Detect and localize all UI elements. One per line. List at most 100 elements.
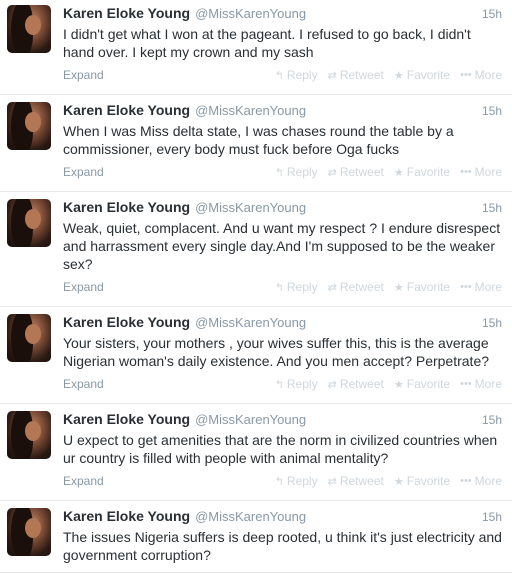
- user-handle[interactable]: @MissKarenYoung: [195, 103, 306, 118]
- avatar[interactable]: [7, 314, 51, 362]
- reply-button[interactable]: ↰ Reply: [275, 377, 318, 391]
- reply-button[interactable]: ↰ Reply: [275, 474, 318, 488]
- retweet-label: Retweet: [339, 165, 384, 179]
- expand-link[interactable]: Expand: [63, 68, 104, 82]
- more-label: More: [474, 474, 502, 488]
- favorite-label: Favorite: [406, 280, 451, 294]
- user-name[interactable]: Karen Eloke Young: [63, 199, 190, 215]
- dots-icon: •••: [460, 378, 472, 390]
- reply-label: Reply: [286, 165, 318, 179]
- more-button[interactable]: ••• More: [460, 280, 502, 294]
- reply-icon: ↰: [274, 475, 284, 488]
- dots-icon: •••: [460, 475, 472, 487]
- user-handle[interactable]: @MissKarenYoung: [195, 509, 306, 524]
- star-icon: ★: [393, 378, 404, 391]
- retweet-label: Retweet: [339, 68, 384, 82]
- favorite-button[interactable]: ★ Favorite: [394, 165, 450, 179]
- tweet-text: When I was Miss delta state, I was chase…: [63, 123, 454, 157]
- more-label: More: [474, 165, 502, 179]
- favorite-label: Favorite: [406, 474, 451, 488]
- star-icon: ★: [393, 166, 404, 179]
- reply-icon: ↰: [274, 378, 284, 391]
- user-name[interactable]: Karen Eloke Young: [63, 5, 190, 21]
- retweet-button[interactable]: ⇄ Retweet: [328, 377, 384, 391]
- star-icon: ★: [393, 475, 404, 488]
- favorite-button[interactable]: ★ Favorite: [394, 68, 450, 82]
- retweet-icon: ⇄: [327, 166, 337, 179]
- reply-icon: ↰: [274, 166, 284, 179]
- avatar[interactable]: [7, 411, 51, 459]
- tweet-text: Weak, quiet, complacent. And u want my r…: [63, 220, 501, 272]
- retweet-icon: ⇄: [327, 69, 337, 82]
- more-label: More: [474, 280, 502, 294]
- tweet-timestamp[interactable]: 15h: [482, 316, 502, 330]
- favorite-label: Favorite: [406, 377, 451, 391]
- retweet-button[interactable]: ⇄ Retweet: [328, 280, 384, 294]
- retweet-button[interactable]: ⇄ Retweet: [328, 68, 384, 82]
- tweet-item[interactable]: Karen Eloke Young @MissKarenYoung 15h Yo…: [0, 307, 512, 404]
- user-handle[interactable]: @MissKarenYoung: [195, 200, 306, 215]
- retweet-icon: ⇄: [327, 378, 337, 391]
- retweet-button[interactable]: ⇄ Retweet: [328, 165, 384, 179]
- dots-icon: •••: [460, 69, 472, 81]
- tweet-item[interactable]: Karen Eloke Young @MissKarenYoung 15h Th…: [0, 501, 512, 573]
- dots-icon: •••: [460, 166, 472, 178]
- expand-link[interactable]: Expand: [63, 280, 104, 294]
- retweet-label: Retweet: [339, 280, 384, 294]
- more-label: More: [474, 68, 502, 82]
- user-name[interactable]: Karen Eloke Young: [63, 314, 190, 330]
- more-button[interactable]: ••• More: [460, 377, 502, 391]
- tweet-timestamp[interactable]: 15h: [482, 104, 502, 118]
- favorite-label: Favorite: [406, 68, 451, 82]
- user-name[interactable]: Karen Eloke Young: [63, 508, 190, 524]
- favorite-button[interactable]: ★ Favorite: [394, 474, 450, 488]
- reply-button[interactable]: ↰ Reply: [275, 280, 318, 294]
- tweet-item[interactable]: Karen Eloke Young @MissKarenYoung 15h Wh…: [0, 95, 512, 192]
- reply-button[interactable]: ↰ Reply: [275, 165, 318, 179]
- user-handle[interactable]: @MissKarenYoung: [195, 315, 306, 330]
- expand-link[interactable]: Expand: [63, 165, 104, 179]
- more-button[interactable]: ••• More: [460, 68, 502, 82]
- reply-label: Reply: [286, 474, 318, 488]
- expand-link[interactable]: Expand: [63, 474, 104, 488]
- retweet-label: Retweet: [339, 474, 384, 488]
- favorite-button[interactable]: ★ Favorite: [394, 377, 450, 391]
- tweet-timeline: Karen Eloke Young @MissKarenYoung 15h I …: [0, 0, 512, 573]
- tweet-text: The issues Nigeria suffers is deep roote…: [63, 529, 502, 563]
- star-icon: ★: [393, 281, 404, 294]
- reply-icon: ↰: [274, 281, 284, 294]
- tweet-timestamp[interactable]: 15h: [482, 7, 502, 21]
- favorite-label: Favorite: [406, 165, 451, 179]
- retweet-icon: ⇄: [327, 281, 337, 294]
- tweet-text: Your sisters, your mothers , your wives …: [63, 335, 490, 369]
- user-name[interactable]: Karen Eloke Young: [63, 102, 190, 118]
- user-name[interactable]: Karen Eloke Young: [63, 411, 190, 427]
- tweet-timestamp[interactable]: 15h: [482, 201, 502, 215]
- avatar[interactable]: [7, 508, 51, 556]
- tweet-item[interactable]: Karen Eloke Young @MissKarenYoung 15h I …: [0, 0, 512, 95]
- user-handle[interactable]: @MissKarenYoung: [195, 412, 306, 427]
- reply-label: Reply: [286, 280, 318, 294]
- dots-icon: •••: [460, 281, 472, 293]
- star-icon: ★: [393, 69, 404, 82]
- more-label: More: [474, 377, 502, 391]
- favorite-button[interactable]: ★ Favorite: [394, 280, 450, 294]
- avatar[interactable]: [7, 199, 51, 247]
- user-handle[interactable]: @MissKarenYoung: [195, 6, 306, 21]
- tweet-timestamp[interactable]: 15h: [482, 510, 502, 524]
- tweet-item[interactable]: Karen Eloke Young @MissKarenYoung 15h We…: [0, 192, 512, 307]
- retweet-button[interactable]: ⇄ Retweet: [328, 474, 384, 488]
- avatar[interactable]: [7, 5, 51, 53]
- tweet-timestamp[interactable]: 15h: [482, 413, 502, 427]
- avatar[interactable]: [7, 102, 51, 150]
- more-button[interactable]: ••• More: [460, 474, 502, 488]
- reply-label: Reply: [286, 68, 318, 82]
- reply-icon: ↰: [274, 69, 284, 82]
- reply-label: Reply: [286, 377, 318, 391]
- expand-link[interactable]: Expand: [63, 377, 104, 391]
- retweet-icon: ⇄: [327, 475, 337, 488]
- more-button[interactable]: ••• More: [460, 165, 502, 179]
- tweet-item[interactable]: Karen Eloke Young @MissKarenYoung 15h U …: [0, 404, 512, 501]
- tweet-text: I didn't get what I won at the pageant. …: [63, 26, 471, 60]
- reply-button[interactable]: ↰ Reply: [275, 68, 318, 82]
